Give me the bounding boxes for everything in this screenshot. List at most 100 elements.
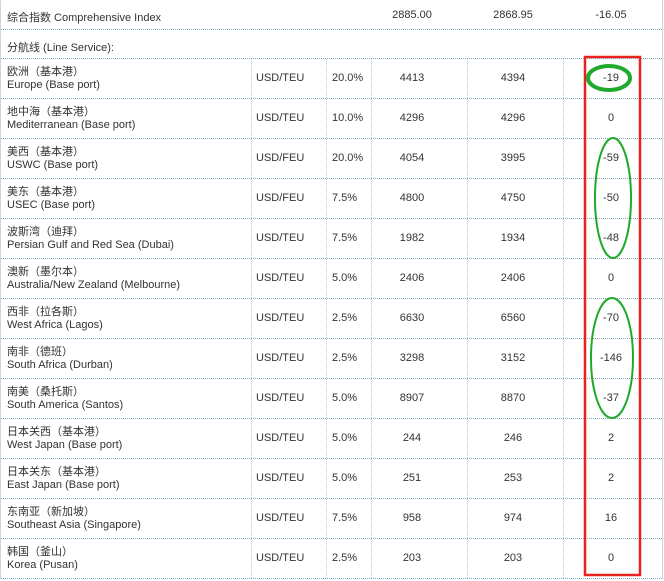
route-name-cn: 美东（基本港） bbox=[7, 186, 84, 198]
column-divider bbox=[251, 459, 252, 498]
route-change: 0 bbox=[607, 272, 615, 284]
route-unit: USD/TEU bbox=[256, 392, 305, 404]
route-change: -48 bbox=[603, 232, 619, 244]
route-name: 波斯湾（迪拜） Persian Gulf and Red Sea (Dubai) bbox=[7, 226, 174, 252]
route-unit: USD/TEU bbox=[256, 352, 305, 364]
route-prev-value: 8907 bbox=[399, 392, 425, 404]
index-prev-value: 2885.00 bbox=[392, 9, 432, 21]
route-curr-value: 253 bbox=[503, 472, 523, 484]
route-name: 南美（桑托斯） South America (Santos) bbox=[7, 386, 123, 412]
route-change: -37 bbox=[603, 392, 619, 404]
line-row: 日本关东（基本港） East Japan (Base port) USD/TEU 5.… bbox=[1, 459, 662, 499]
line-row: 地中海（基本港） Mediterranean (Base port) USD/TEU… bbox=[1, 99, 662, 139]
route-curr-value: 6560 bbox=[500, 312, 526, 324]
route-unit: USD/TEU bbox=[256, 232, 305, 244]
column-divider bbox=[326, 299, 327, 338]
route-change: -19 bbox=[603, 72, 619, 84]
route-name-en: Europe (Base port) bbox=[7, 79, 100, 91]
route-change: 2 bbox=[607, 472, 615, 484]
route-prev-value: 203 bbox=[402, 552, 422, 564]
route-unit: USD/TEU bbox=[256, 432, 305, 444]
route-curr-value: 4296 bbox=[500, 112, 526, 124]
column-divider bbox=[251, 259, 252, 298]
column-divider bbox=[467, 419, 468, 458]
route-curr-value: 8870 bbox=[500, 392, 526, 404]
route-name: 韩国（釜山） Korea (Pusan) bbox=[7, 546, 78, 572]
route-prev-value: 244 bbox=[402, 432, 422, 444]
column-divider bbox=[467, 219, 468, 258]
route-name: 日本关东（基本港） East Japan (Base port) bbox=[7, 466, 120, 492]
route-weight: 5.0% bbox=[332, 432, 358, 444]
column-divider bbox=[326, 539, 327, 578]
route-curr-value: 1934 bbox=[500, 232, 526, 244]
column-divider bbox=[326, 179, 327, 218]
column-divider bbox=[251, 99, 252, 138]
column-divider bbox=[326, 339, 327, 378]
route-unit: USD/TEU bbox=[256, 472, 305, 484]
route-name-cn: 澳新（墨尔本） bbox=[7, 266, 84, 278]
column-divider bbox=[371, 379, 372, 418]
route-prev-value: 4413 bbox=[399, 72, 425, 84]
route-name-cn: 美西（基本港） bbox=[7, 146, 84, 158]
route-name-cn: 地中海（基本港） bbox=[7, 106, 95, 118]
line-row: 韩国（釜山） Korea (Pusan) USD/TEU 2.5% 203 203 0 bbox=[1, 539, 662, 579]
column-divider bbox=[371, 459, 372, 498]
line-row: 美东（基本港） USEC (Base port) USD/FEU 7.5% 4800 47… bbox=[1, 179, 662, 219]
column-divider bbox=[563, 139, 564, 178]
route-name-cn: 波斯湾（迪拜） bbox=[7, 226, 84, 238]
column-divider bbox=[467, 179, 468, 218]
route-name: 地中海（基本港） Mediterranean (Base port) bbox=[7, 106, 135, 132]
index-change: -16.05 bbox=[595, 9, 627, 21]
column-divider bbox=[467, 259, 468, 298]
route-prev-value: 4296 bbox=[399, 112, 425, 124]
route-name-cn: 日本关西（基本港） bbox=[7, 426, 106, 438]
route-weight: 5.0% bbox=[332, 472, 358, 484]
route-name-en: Persian Gulf and Red Sea (Dubai) bbox=[7, 239, 174, 251]
column-divider bbox=[371, 99, 372, 138]
column-divider bbox=[371, 419, 372, 458]
line-row: 日本关西（基本港） West Japan (Base port) USD/TEU 5.… bbox=[1, 419, 662, 459]
column-divider bbox=[563, 259, 564, 298]
column-divider bbox=[467, 99, 468, 138]
route-unit: USD/FEU bbox=[256, 152, 305, 164]
line-row: 南美（桑托斯） South America (Santos) USD/TEU 5.0%… bbox=[1, 379, 662, 419]
route-unit: USD/FEU bbox=[256, 192, 305, 204]
route-weight: 5.0% bbox=[332, 272, 358, 284]
route-name-cn: 西非（拉各斯） bbox=[7, 306, 84, 318]
column-divider bbox=[563, 179, 564, 218]
route-change: -146 bbox=[599, 352, 623, 364]
column-divider bbox=[251, 419, 252, 458]
column-divider bbox=[251, 179, 252, 218]
route-name: 美东（基本港） USEC (Base port) bbox=[7, 186, 95, 212]
line-row: 波斯湾（迪拜） Persian Gulf and Red Sea (Dubai) U… bbox=[1, 219, 662, 259]
column-divider bbox=[371, 179, 372, 218]
route-weight: 10.0% bbox=[332, 112, 364, 124]
column-divider bbox=[563, 419, 564, 458]
route-weight: 7.5% bbox=[332, 232, 358, 244]
route-name-cn: 韩国（釜山） bbox=[7, 546, 73, 558]
line-row: 欧洲（基本港） Europe (Base port) USD/TEU 20.0% 441… bbox=[1, 59, 662, 99]
column-divider bbox=[467, 379, 468, 418]
line-service-rows: 欧洲（基本港） Europe (Base port) USD/TEU 20.0% 441… bbox=[1, 59, 662, 579]
column-divider bbox=[251, 499, 252, 538]
column-divider bbox=[326, 459, 327, 498]
route-name-en: South America (Santos) bbox=[7, 399, 124, 411]
route-name-cn: 南非（德班） bbox=[7, 346, 73, 358]
column-divider bbox=[371, 139, 372, 178]
column-divider bbox=[251, 379, 252, 418]
route-curr-value: 3152 bbox=[500, 352, 526, 364]
line-row: 美西（基本港） USWC (Base port) USD/FEU 20.0% 4054 3… bbox=[1, 139, 662, 179]
route-name-en: West Japan (Base port) bbox=[7, 439, 123, 451]
column-divider bbox=[326, 259, 327, 298]
route-change: -70 bbox=[603, 312, 619, 324]
column-divider bbox=[467, 299, 468, 338]
route-name-cn: 日本关东（基本港） bbox=[7, 466, 106, 478]
column-divider bbox=[371, 259, 372, 298]
route-weight: 7.5% bbox=[332, 192, 358, 204]
column-divider bbox=[326, 379, 327, 418]
column-divider bbox=[326, 139, 327, 178]
route-prev-value: 958 bbox=[402, 512, 422, 524]
route-prev-value: 2406 bbox=[399, 272, 425, 284]
route-unit: USD/TEU bbox=[256, 552, 305, 564]
route-curr-value: 3995 bbox=[500, 152, 526, 164]
